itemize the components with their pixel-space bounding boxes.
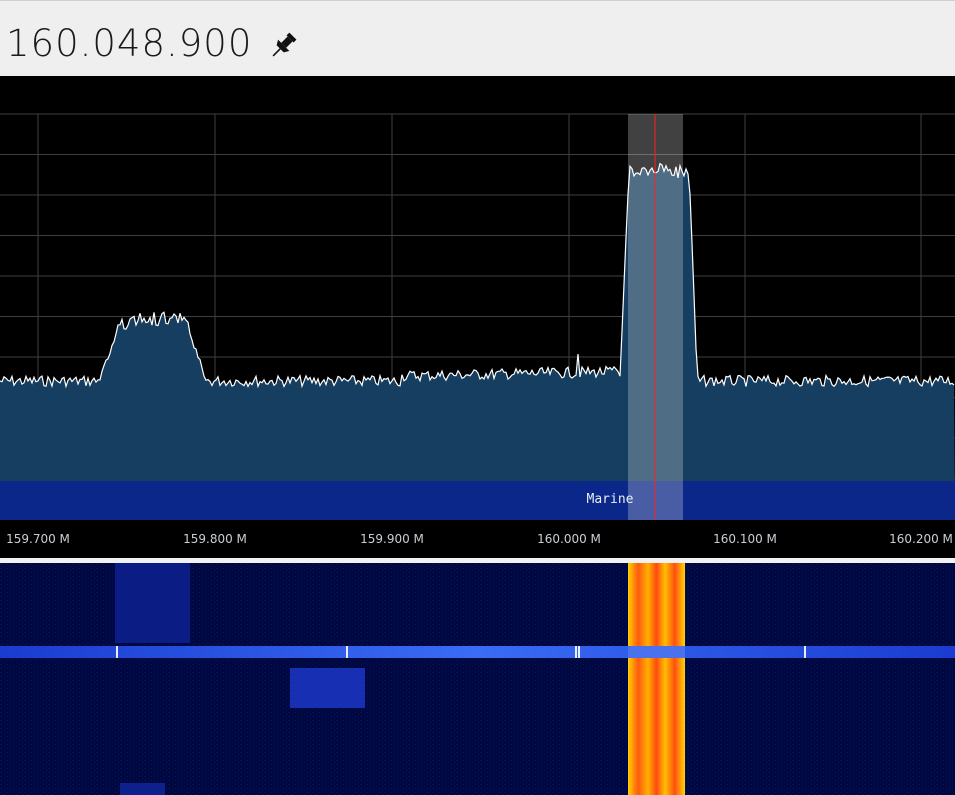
frequency-display[interactable]: 160.048.900 bbox=[6, 22, 252, 66]
waterfall-spike bbox=[804, 646, 806, 658]
waterfall-spike bbox=[578, 646, 580, 658]
frequency-header: 160.048.900 bbox=[0, 0, 955, 76]
spectrum-display[interactable]: Marine 159.700 M 159.800 M 159.900 M 160… bbox=[0, 76, 955, 558]
axis-label-160100: 160.100 M bbox=[713, 532, 777, 546]
pushpin-icon bbox=[272, 32, 297, 57]
waterfall-signal-159760 bbox=[115, 563, 190, 643]
axis-label-160000: 160.000 M bbox=[537, 532, 601, 546]
waterfall-interference-over-signal bbox=[628, 646, 685, 658]
waterfall-display[interactable] bbox=[0, 563, 955, 795]
waterfall-spike bbox=[575, 646, 577, 658]
axis-label-159900: 159.900 M bbox=[360, 532, 424, 546]
axis-label-160200: 160.200 M bbox=[889, 532, 953, 546]
sdr-receiver-app: 160.048.900 Marine 159.700 M 159.800 M 1… bbox=[0, 0, 955, 795]
waterfall-spike bbox=[116, 646, 118, 658]
waterfall-interference-line bbox=[0, 646, 955, 658]
axis-label-159800: 159.800 M bbox=[183, 532, 247, 546]
frequency-axis bbox=[0, 520, 955, 558]
waterfall-signal-159830 bbox=[290, 668, 365, 708]
waterfall-signal-160048 bbox=[628, 563, 685, 795]
waterfall-spike bbox=[346, 646, 348, 658]
pin-button[interactable] bbox=[266, 29, 300, 63]
axis-label-159700: 159.700 M bbox=[6, 532, 70, 546]
band-label-marine: Marine bbox=[587, 492, 634, 507]
waterfall-signal-faint bbox=[120, 783, 165, 795]
band-plan-bar[interactable] bbox=[0, 481, 955, 520]
